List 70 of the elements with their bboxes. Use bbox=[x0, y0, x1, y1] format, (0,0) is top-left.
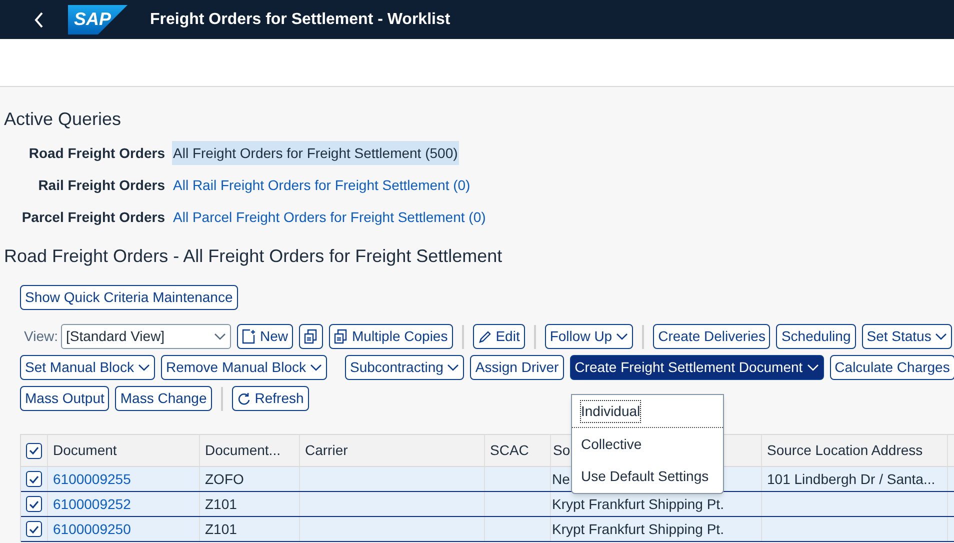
checkbox[interactable] bbox=[26, 521, 42, 537]
column-header[interactable]: Document... bbox=[199, 435, 299, 466]
table-cell-text: Ne bbox=[552, 470, 570, 488]
table-cell-text: ZOFO bbox=[205, 470, 244, 488]
table-cell-text: 101 Lindbergh Dr / Santa... bbox=[767, 470, 936, 489]
query-link[interactable]: All Rail Freight Orders for Freight Settlement (0) bbox=[172, 173, 472, 197]
back-icon[interactable] bbox=[34, 12, 44, 28]
column-header[interactable]: Source Location Address bbox=[761, 435, 947, 466]
check-icon bbox=[29, 524, 39, 534]
copy-icon bbox=[304, 329, 318, 344]
document-link[interactable]: 6100009255 bbox=[53, 468, 131, 490]
query-link[interactable]: All Freight Orders for Freight Settlement (500) bbox=[172, 141, 459, 165]
pencil-icon bbox=[478, 330, 492, 344]
caret-icon bbox=[447, 364, 460, 372]
section-title: Road Freight Orders - All Freight Orders for Freight Settlement bbox=[4, 245, 504, 268]
table-row[interactable]: 6100009250 Z101 Krypt Frankfurt Shipping Pt. bbox=[21, 517, 954, 542]
query-label: Parcel Freight Orders bbox=[20, 208, 165, 227]
toolbar-button[interactable]: Assign Driver bbox=[470, 355, 564, 380]
caret-icon bbox=[616, 332, 628, 340]
table-cell-text: Z101 bbox=[205, 494, 237, 514]
document-link[interactable]: 6100009252 bbox=[53, 494, 131, 514]
toolbar-button[interactable]: Create Deliveries bbox=[653, 324, 770, 349]
caret-icon bbox=[214, 332, 226, 340]
checkbox[interactable] bbox=[26, 471, 42, 487]
menu-button[interactable]: Remove Manual Block bbox=[160, 355, 328, 380]
section-title: Active Queries bbox=[4, 108, 122, 131]
checkbox[interactable] bbox=[26, 442, 42, 458]
toolbar-button[interactable]: Mass Change bbox=[115, 386, 212, 411]
menu-button[interactable]: Create Freight Settlement Document bbox=[570, 355, 824, 380]
menu-button[interactable]: Subcontracting bbox=[345, 355, 464, 380]
query-label: Rail Freight Orders bbox=[37, 176, 165, 195]
check-icon bbox=[29, 446, 39, 455]
sap-logo: SAP bbox=[68, 4, 128, 34]
copy-icon bbox=[334, 329, 348, 344]
menu-button[interactable]: Follow Up bbox=[544, 324, 634, 349]
toolbar-button[interactable]: Calculate Charges bbox=[830, 355, 954, 380]
caret-icon bbox=[935, 332, 948, 340]
query-link[interactable]: All Parcel Freight Orders for Freight Settlement (0) bbox=[172, 205, 487, 229]
toolbar-button[interactable]: Multiple Copies bbox=[329, 324, 453, 349]
toolbar-button[interactable]: Mass Output bbox=[20, 386, 110, 411]
menu-button[interactable]: Set Status bbox=[862, 324, 952, 349]
query-label: Road Freight Orders bbox=[28, 144, 165, 163]
menu-button[interactable]: Set Manual Block bbox=[20, 355, 155, 380]
table-cell-text: Krypt Frankfurt Shipping Pt. bbox=[552, 520, 724, 539]
column-header[interactable]: SCAC bbox=[484, 435, 550, 466]
toolbar-button[interactable]: New bbox=[236, 324, 293, 349]
view-label: View: bbox=[24, 327, 58, 346]
check-icon bbox=[29, 500, 39, 508]
view-select[interactable]: [Standard View] bbox=[60, 324, 231, 349]
new-document-icon bbox=[242, 329, 256, 344]
table-row[interactable]: 6100009252 Z101 Krypt Frankfurt Shipping Pt. bbox=[21, 492, 954, 517]
toolbar-button[interactable]: Refresh bbox=[232, 386, 309, 411]
column-header[interactable]: Document bbox=[47, 435, 199, 466]
check-icon bbox=[29, 474, 39, 484]
checkbox[interactable] bbox=[26, 496, 42, 512]
menu-item[interactable]: Individual bbox=[572, 396, 723, 428]
caret-icon bbox=[310, 364, 322, 372]
copy-button[interactable] bbox=[299, 324, 323, 349]
refresh-icon bbox=[236, 392, 251, 406]
caret-icon bbox=[806, 364, 819, 372]
table-cell-text: Krypt Frankfurt Shipping Pt. bbox=[552, 494, 724, 514]
toolbar-button[interactable]: Scheduling bbox=[776, 324, 856, 349]
menu-item[interactable]: Collective bbox=[572, 428, 723, 460]
column-header[interactable]: Carrier bbox=[299, 435, 484, 466]
toolbar-button[interactable]: Edit bbox=[472, 324, 525, 349]
table-cell-text: Z101 bbox=[205, 520, 237, 538]
caret-icon bbox=[138, 364, 150, 372]
quick-criteria-button[interactable]: Show Quick Criteria Maintenance bbox=[20, 285, 238, 310]
window-title: Freight Orders for Settlement - Worklist bbox=[150, 10, 450, 30]
document-link[interactable]: 6100009250 bbox=[53, 518, 131, 540]
